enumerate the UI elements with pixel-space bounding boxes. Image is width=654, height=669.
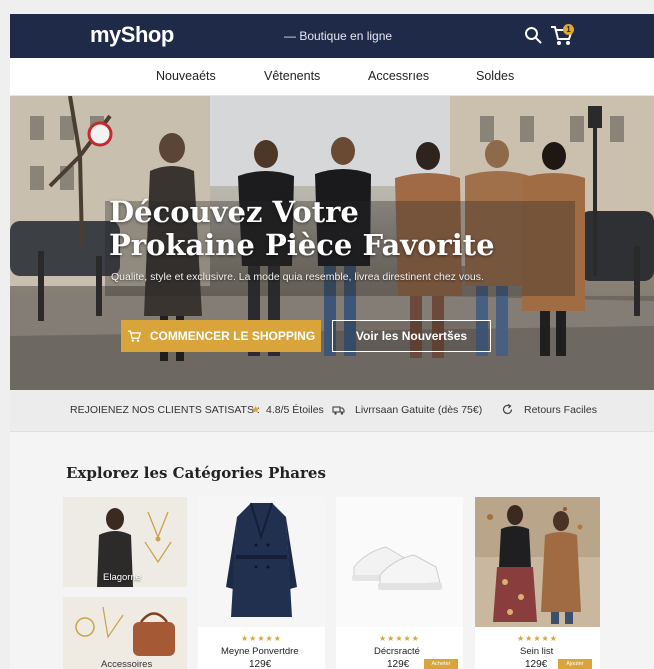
product-card[interactable]: ★★★★★ Décrsracté 129€ Acheter: [336, 497, 463, 669]
category-card-accessories[interactable]: Accessoires: [63, 597, 187, 669]
product-outfit-image: [475, 497, 600, 627]
hero-title-line2: Prokaine Pièce Favorite: [109, 228, 495, 262]
nav-item-sale[interactable]: Soldes: [476, 69, 514, 83]
main-nav: Nouveaéts Vêtenents Accessrıes Soldes: [10, 58, 654, 96]
search-icon[interactable]: [524, 26, 542, 44]
see-new-arrivals-button[interactable]: Voir les Nouvertšes: [332, 320, 491, 352]
category-caption: Elagorne: [103, 572, 142, 583]
trust-returns: Retours Faciles: [524, 404, 597, 416]
hero-title: Découvez Votre Prokaine Pièce Favorite: [109, 196, 559, 262]
product-rating-stars: ★★★★★: [517, 634, 558, 643]
trust-bar: REJOIENEZ NOS CLIENTS SATISATS : ★ 4.8/5…: [10, 390, 654, 432]
tagline: — Boutique en ligne: [284, 29, 393, 43]
product-price: 129€: [387, 659, 410, 669]
product-name: Meyne Ponvertdre: [221, 646, 299, 657]
category-caption: Accessoires: [101, 659, 153, 669]
star-icon: ★: [251, 404, 261, 416]
hero-title-line1: Découvez Votre: [109, 195, 359, 229]
product-price: 129€: [249, 659, 272, 669]
delivery-icon: [332, 406, 345, 415]
trust-delivery: Livrrsaan Gatuite (dès 75€): [355, 404, 483, 416]
hero-subtitle: Qualite, style et exclusivre. La mode qu…: [111, 271, 484, 283]
trust-rating: 4.8/5 Étoiles: [266, 404, 324, 416]
hero-banner: Découvez Votre Prokaine Pièce Favorite Q…: [10, 96, 654, 390]
buy-button[interactable]: Acheter: [424, 659, 458, 669]
nav-item-clothing[interactable]: Vêtenents: [264, 69, 320, 83]
start-shopping-button[interactable]: COMMENCER LE SHOPPING: [121, 320, 321, 352]
product-coat-image: [198, 497, 325, 627]
see-new-arrivals-label: Voir les Nouvertšes: [355, 329, 468, 343]
start-shopping-label: COMMENCER LE SHOPPING: [149, 329, 316, 343]
product-rating-stars: ★★★★★: [379, 634, 420, 643]
product-name: Sein list: [520, 646, 554, 657]
product-card[interactable]: ★★★★★ Meyne Ponvertdre 129€: [198, 497, 325, 669]
trust-clients-text: REJOIENEZ NOS CLIENTS SATISATS :: [70, 404, 260, 416]
returns-icon: [502, 403, 513, 415]
product-rating-stars: ★★★★★: [241, 634, 282, 643]
top-header: myShop — Boutique en ligne 1: [10, 14, 654, 58]
nav-item-accessories[interactable]: Accessrıes: [368, 69, 429, 83]
nav-item-new[interactable]: Nouveaéts: [156, 69, 216, 83]
product-sneakers-image: [336, 497, 463, 627]
product-name: Décrsracté: [374, 646, 420, 657]
page-frame: myShop — Boutique en ligne 1 Nouveaéts V…: [10, 14, 654, 669]
product-price: 129€: [525, 659, 548, 669]
product-card[interactable]: ★★★★★ Sein list 129€ Ajouter: [475, 497, 600, 669]
categories-title: Explorez les Catégories Phares: [66, 464, 326, 482]
category-card-clothing[interactable]: Elagorne: [63, 497, 187, 587]
cart-icon: [127, 330, 141, 342]
cart-count-badge: 1: [563, 24, 574, 35]
logo[interactable]: myShop: [90, 22, 174, 48]
add-button[interactable]: Ajouter: [558, 659, 592, 669]
